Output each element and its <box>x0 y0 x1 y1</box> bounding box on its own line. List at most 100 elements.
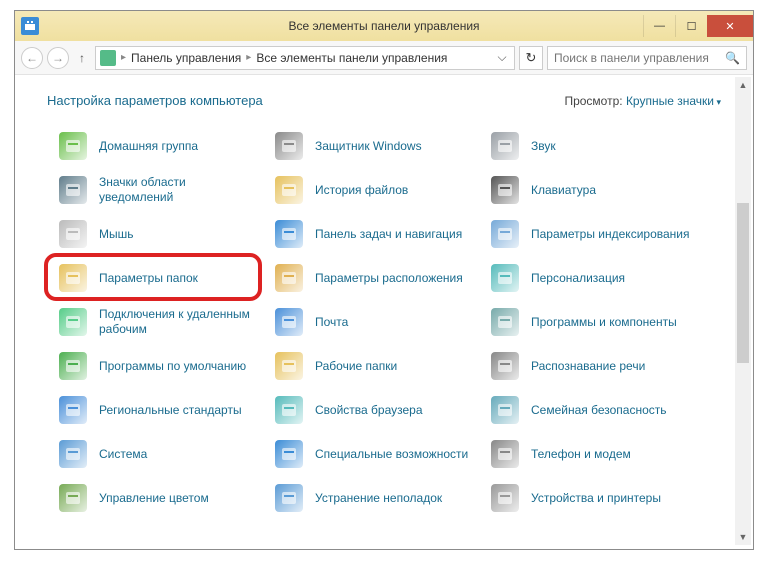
item-label: Устройства и принтеры <box>531 491 661 506</box>
control-panel-item[interactable]: Система <box>51 434 261 474</box>
back-button[interactable]: ← <box>21 47 43 69</box>
search-box[interactable]: 🔍 <box>547 46 747 70</box>
control-panel-item[interactable]: Домашняя группа <box>51 126 261 166</box>
control-panel-item[interactable]: Параметры индексирования <box>483 214 703 254</box>
item-label: Параметры расположения <box>315 271 463 286</box>
item-label: Клавиатура <box>531 183 596 198</box>
item-label: Управление цветом <box>99 491 209 506</box>
control-panel-item[interactable]: Панель задач и навигация <box>267 214 477 254</box>
internet-options-icon <box>273 394 305 426</box>
control-panel-item[interactable]: История файлов <box>267 170 477 210</box>
item-label: Почта <box>315 315 348 330</box>
control-panel-item[interactable]: Свойства браузера <box>267 390 477 430</box>
item-label: Звук <box>531 139 556 154</box>
keyboard-icon <box>489 174 521 206</box>
view-by: Просмотр: Крупные значки <box>564 94 721 108</box>
control-panel-item[interactable]: Семейная безопасность <box>483 390 703 430</box>
scroll-down-button[interactable]: ▼ <box>735 529 751 545</box>
mail-icon <box>273 306 305 338</box>
region-icon <box>57 394 89 426</box>
programs-icon <box>489 306 521 338</box>
item-label: Домашняя группа <box>99 139 198 154</box>
speech-icon <box>489 350 521 382</box>
control-panel-item[interactable]: Значки области уведомлений <box>51 170 261 210</box>
search-input[interactable] <box>554 51 721 65</box>
item-label: Система <box>99 447 147 462</box>
control-panel-item[interactable]: Программы по умолчанию <box>51 346 261 386</box>
content-area: Настройка параметров компьютера Просмотр… <box>15 75 753 549</box>
control-panel-item[interactable]: Защитник Windows <box>267 126 477 166</box>
item-label: Семейная безопасность <box>531 403 667 418</box>
control-panel-item[interactable]: Телефон и модем <box>483 434 703 474</box>
scrollbar[interactable]: ▲ ▼ <box>735 77 751 545</box>
item-label: Параметры индексирования <box>531 227 689 242</box>
control-panel-icon <box>100 50 116 66</box>
forward-button[interactable]: → <box>47 47 69 69</box>
control-panel-item[interactable]: Мышь <box>51 214 261 254</box>
window-buttons: — ☐ ✕ <box>643 15 753 37</box>
control-panel-item[interactable]: Программы и компоненты <box>483 302 703 342</box>
devices-printers-icon <box>489 482 521 514</box>
view-by-value[interactable]: Крупные значки <box>626 94 721 108</box>
defender-icon <box>273 130 305 162</box>
control-panel-item[interactable]: Региональные стандарты <box>51 390 261 430</box>
control-panel-item[interactable]: Специальные возможности <box>267 434 477 474</box>
minimize-button[interactable]: — <box>643 15 675 37</box>
item-label: Программы по умолчанию <box>99 359 246 374</box>
tray-icon <box>57 174 89 206</box>
control-panel-item[interactable]: Распознавание речи <box>483 346 703 386</box>
scroll-thumb[interactable] <box>737 203 749 363</box>
item-label: Свойства браузера <box>315 403 423 418</box>
item-label: Панель задач и навигация <box>315 227 462 242</box>
item-label: Защитник Windows <box>315 139 422 154</box>
page-title: Настройка параметров компьютера <box>47 93 263 108</box>
family-safety-icon <box>489 394 521 426</box>
control-panel-item[interactable]: Устройства и принтеры <box>483 478 703 518</box>
item-label: Устранение неполадок <box>315 491 442 506</box>
personalization-icon <box>489 262 521 294</box>
system-icon <box>57 438 89 470</box>
indexing-icon <box>489 218 521 250</box>
control-panel-item[interactable]: Звук <box>483 126 703 166</box>
scroll-up-button[interactable]: ▲ <box>735 77 751 93</box>
chevron-right-icon: ▸ <box>244 52 253 63</box>
control-panel-item[interactable]: Параметры папок <box>51 258 261 298</box>
folder-options-icon <box>57 262 89 294</box>
control-panel-window: Все элементы панели управления — ☐ ✕ ← →… <box>14 10 754 550</box>
taskbar-icon <box>273 218 305 250</box>
search-icon[interactable]: 🔍 <box>725 51 740 65</box>
chevron-right-icon: ▸ <box>119 52 128 63</box>
up-button[interactable]: ↑ <box>73 51 91 65</box>
control-panel-item[interactable]: Управление цветом <box>51 478 261 518</box>
navbar: ← → ↑ ▸ Панель управления ▸ Все элементы… <box>15 41 753 75</box>
breadcrumb-root[interactable]: Панель управления <box>131 51 241 65</box>
titlebar[interactable]: Все элементы панели управления — ☐ ✕ <box>15 11 753 41</box>
scroll-track[interactable] <box>735 93 751 529</box>
item-label: Подключения к удаленным рабочим <box>99 307 255 337</box>
homegroup-icon <box>57 130 89 162</box>
control-panel-item[interactable]: Почта <box>267 302 477 342</box>
close-button[interactable]: ✕ <box>707 15 753 37</box>
control-panel-item[interactable]: Персонализация <box>483 258 703 298</box>
item-label: Мышь <box>99 227 134 242</box>
address-bar[interactable]: ▸ Панель управления ▸ Все элементы панел… <box>95 46 515 70</box>
control-panel-item[interactable]: Подключения к удаленным рабочим <box>51 302 261 342</box>
item-label: Специальные возможности <box>315 447 468 462</box>
control-panel-item[interactable]: Клавиатура <box>483 170 703 210</box>
control-panel-item[interactable]: Устранение неполадок <box>267 478 477 518</box>
system-icon <box>21 17 39 35</box>
item-label: Значки области уведомлений <box>99 175 255 205</box>
refresh-button[interactable]: ↻ <box>519 46 543 70</box>
item-label: Рабочие папки <box>315 359 397 374</box>
control-panel-item[interactable]: Рабочие папки <box>267 346 477 386</box>
control-panel-item[interactable]: Параметры расположения <box>267 258 477 298</box>
default-programs-icon <box>57 350 89 382</box>
items-grid: Домашняя группа Защитник Windows Звук Зн… <box>15 126 753 518</box>
accessibility-icon <box>273 438 305 470</box>
breadcrumb-current[interactable]: Все элементы панели управления <box>256 51 447 65</box>
troubleshoot-icon <box>273 482 305 514</box>
maximize-button[interactable]: ☐ <box>675 15 707 37</box>
item-label: Распознавание речи <box>531 359 645 374</box>
item-label: История файлов <box>315 183 408 198</box>
address-dropdown[interactable]: ⌵ <box>494 50 510 65</box>
